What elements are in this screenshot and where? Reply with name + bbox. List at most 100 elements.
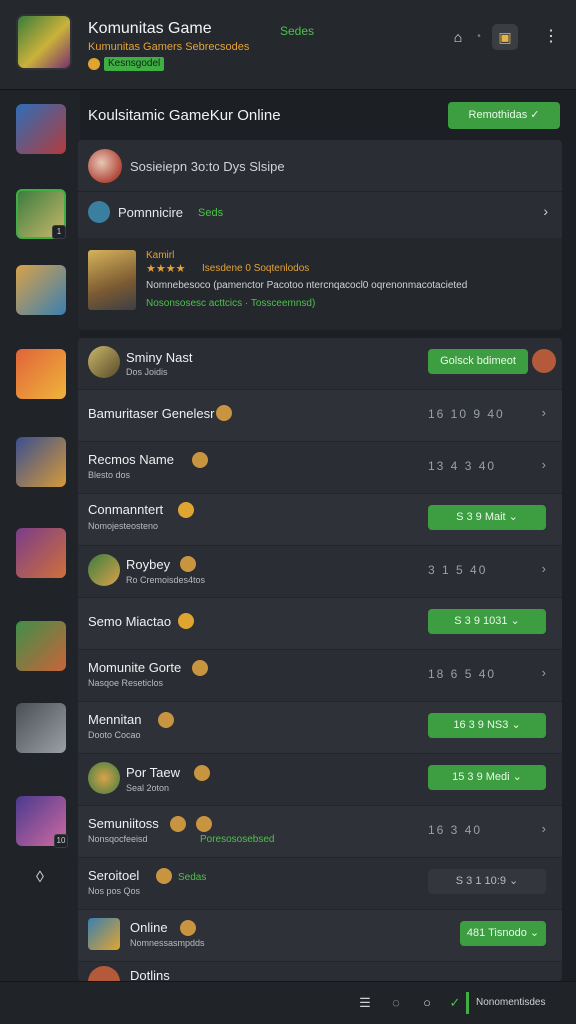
- community-avatar[interactable]: [16, 14, 72, 70]
- info-card: Sosieiepn 3o:to Dys Slsipe Pomnnicire Se…: [78, 140, 562, 330]
- member-name: Roybey: [126, 557, 171, 572]
- list-item[interactable]: Online Nomnessasmpdds 481 Tisnodo ⌄: [78, 910, 562, 962]
- avatar: [88, 918, 120, 950]
- rail-server-1[interactable]: [16, 104, 66, 154]
- row-stats: 16 10 9 40: [428, 407, 505, 421]
- emoji-icon: [180, 556, 196, 572]
- rail-badge: 1: [52, 225, 66, 239]
- row-stats: 13 4 3 40: [428, 459, 497, 473]
- emoji-icon: [158, 712, 174, 728]
- rail-server-2[interactable]: 1: [16, 189, 66, 239]
- row-stats: 16 3 40: [428, 823, 483, 837]
- member-sub: Nomnessasmpdds: [130, 938, 205, 948]
- featured-link[interactable]: Nosonsosesc acttcics · Tossceemnsd): [146, 298, 552, 309]
- card-status-text: Sosieiepn 3o:to Dys Slsipe: [130, 159, 285, 174]
- emoji-icon: [216, 405, 232, 421]
- row-action-button[interactable]: S 3 9 1031 ⌄: [428, 609, 546, 634]
- drop-icon[interactable]: ◊: [30, 869, 50, 889]
- list-item[interactable]: Recmos Name Blesto dos 13 4 3 40 ›: [78, 442, 562, 494]
- featured-thumbnail: [88, 250, 136, 310]
- check-icon[interactable]: ✓: [446, 994, 464, 1012]
- list-item[interactable]: Conmanntert Nomojesteosteno S 3 9 Mait ⌄: [78, 494, 562, 546]
- status-icon: [88, 149, 122, 183]
- list-item[interactable]: Semo Miactao S 3 9 1031 ⌄: [78, 598, 562, 650]
- member-name: Seroitoel: [88, 868, 140, 883]
- member-tag: Sedas: [178, 872, 207, 883]
- list-item[interactable]: Momunite Gorte Nasqoe Reseticlos 18 6 5 …: [78, 650, 562, 702]
- chat-icon[interactable]: ◌: [387, 994, 405, 1012]
- featured-description: Nomnebesoco (pamenctor Pacotoo ntercnqac…: [146, 280, 468, 291]
- member-name: Dotlins: [130, 968, 170, 981]
- card-row-status[interactable]: Sosieiepn 3o:to Dys Slsipe: [88, 149, 552, 183]
- list-item[interactable]: Mennitan Dooto Cocao 16 3 9 NS3 ⌄: [78, 702, 562, 754]
- rail-badge: 10: [54, 834, 68, 848]
- member-sub: Nasqoe Reseticlos: [88, 678, 164, 688]
- chevron-right-icon: ›: [543, 203, 548, 219]
- row-action-button[interactable]: 15 3 9 Medi ⌄: [428, 765, 546, 790]
- emoji-icon: [196, 816, 212, 832]
- bag-icon[interactable]: ▣: [492, 24, 518, 50]
- settings-icon: [88, 201, 110, 223]
- bottom-label[interactable]: Nonomentisdes: [476, 997, 545, 1008]
- row-action-button[interactable]: S 3 1 10:9 ⌄: [428, 869, 546, 894]
- list-item[interactable]: Semuniitoss Nonsqocfeeisd Poresososebsed…: [78, 806, 562, 858]
- bottom-bar: ☰ ◌ ○ ✓ Nonomentisdes: [0, 981, 576, 1024]
- row-action-button[interactable]: 481 Tisnodo ⌄: [460, 921, 546, 946]
- coin-icon: [88, 58, 100, 70]
- featured-post[interactable]: Kamirl ★★★★ Isesdene 0 Soqtenlodos Nomne…: [78, 238, 562, 330]
- card-settings-text: Pomnnicire: [118, 205, 184, 220]
- card-row-settings[interactable]: Pomnnicire Seds ›: [88, 200, 552, 226]
- community-pill: Kesnsgodel: [104, 57, 165, 71]
- member-sub: Nonsqocfeeisd: [88, 834, 148, 844]
- rail-server-3[interactable]: [16, 265, 66, 315]
- member-name: Semo Miactao: [88, 614, 172, 629]
- emoji-icon: [180, 920, 196, 936]
- row-action-button[interactable]: 16 3 9 NS3 ⌄: [428, 713, 546, 738]
- member-sub: Seal 2oton: [126, 783, 170, 793]
- top-action-button[interactable]: Remothidas ✓: [448, 102, 560, 129]
- member-sub: Nos pos Qos: [88, 886, 141, 896]
- list-item[interactable]: Por Taew Seal 2oton 15 3 9 Medi ⌄: [78, 754, 562, 806]
- member-sub: Blesto dos: [88, 470, 131, 480]
- rating-text: Isesdene 0 Soqtenlodos: [202, 263, 310, 274]
- list-item[interactable]: Sminy Nast Dos Joidis Golsck bdimeot: [78, 338, 562, 390]
- featured-name: Kamirl: [146, 250, 175, 261]
- row-stats: 18 6 5 40: [428, 667, 497, 681]
- rail-server-6[interactable]: [16, 528, 66, 578]
- community-subtitle: Kumunitas Gamers Sebrecsodes: [88, 41, 250, 53]
- dot-separator-icon: •: [477, 31, 481, 42]
- rail-server-9[interactable]: 10: [16, 796, 68, 848]
- list-icon[interactable]: ☰: [356, 994, 374, 1012]
- list-item[interactable]: Bamuritaser Genelesr 16 10 9 40 ›: [78, 390, 562, 442]
- list-item[interactable]: Dotlins: [78, 962, 562, 981]
- member-name: Semuniitoss: [88, 816, 159, 831]
- list-item[interactable]: Seroitoel Sedas Nos pos Qos S 3 1 10:9 ⌄: [78, 858, 562, 910]
- list-item[interactable]: Roybey Ro Cremoisdes4tos 3 1 5 40 ›: [78, 546, 562, 598]
- circle-icon[interactable]: ○: [418, 994, 436, 1012]
- rail-server-7[interactable]: [16, 621, 66, 671]
- emoji-icon: [156, 868, 172, 884]
- rail-server-4[interactable]: [16, 349, 66, 399]
- member-name: Mennitan: [88, 712, 142, 727]
- main-panel: Koulsitamic GameKur Online Remothidas ✓ …: [78, 91, 576, 981]
- more-icon[interactable]: ⋮: [538, 24, 564, 50]
- chevron-right-icon: ›: [541, 821, 546, 836]
- member-name: Por Taew: [126, 765, 180, 780]
- member-sub: Nomojesteosteno: [88, 521, 159, 531]
- app: Komunitas Game Sedes Kumunitas Gamers Se…: [0, 0, 576, 1024]
- chevron-right-icon: ›: [541, 457, 546, 472]
- emoji-icon: [178, 502, 194, 518]
- member-name: Momunite Gorte: [88, 660, 182, 675]
- avatar: [532, 349, 556, 373]
- rail-server-5[interactable]: [16, 437, 66, 487]
- rail-server-8[interactable]: [16, 703, 66, 753]
- member-list: Sminy Nast Dos Joidis Golsck bdimeot Bam…: [78, 338, 562, 981]
- rating-stars: ★★★★: [146, 263, 186, 275]
- header: Komunitas Game Sedes Kumunitas Gamers Se…: [0, 0, 576, 90]
- avatar: [88, 346, 120, 378]
- member-tag: Poresososebsed: [200, 834, 275, 845]
- member-name: Recmos Name: [88, 452, 174, 467]
- row-action-button[interactable]: Golsck bdimeot: [428, 349, 528, 374]
- row-action-button[interactable]: S 3 9 Mait ⌄: [428, 505, 546, 530]
- member-sub: Ro Cremoisdes4tos: [126, 575, 206, 585]
